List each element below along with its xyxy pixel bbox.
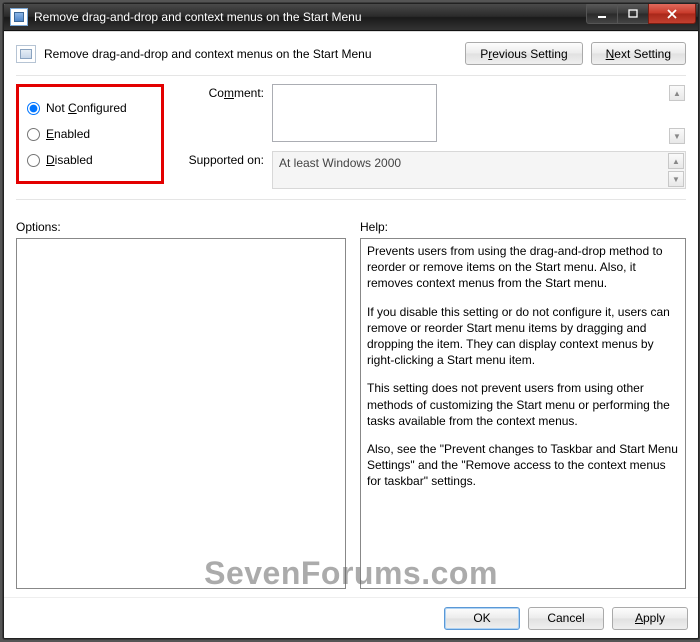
divider bbox=[16, 199, 686, 200]
state-radio-group: Not Configured Enabled Disabled bbox=[16, 84, 164, 184]
options-label: Options: bbox=[16, 220, 346, 234]
app-icon bbox=[10, 8, 28, 26]
radio-not-configured-input[interactable] bbox=[27, 102, 40, 115]
apply-button[interactable]: Apply bbox=[612, 607, 688, 630]
scroll-down-icon[interactable]: ▼ bbox=[669, 128, 685, 144]
dialog-window: Remove drag-and-drop and context menus o… bbox=[3, 3, 699, 639]
header-row: Remove drag-and-drop and context menus o… bbox=[16, 42, 686, 65]
supported-scrollbar: ▲ ▼ bbox=[668, 153, 684, 187]
radio-disabled-input[interactable] bbox=[27, 154, 40, 167]
help-text: Prevents users from using the drag-and-d… bbox=[367, 243, 679, 292]
help-text: Also, see the "Prevent changes to Taskba… bbox=[367, 441, 679, 490]
next-setting-button[interactable]: Next Setting bbox=[591, 42, 686, 65]
supported-on-label: Supported on: bbox=[178, 151, 272, 167]
previous-setting-button[interactable]: Previous Setting bbox=[465, 42, 582, 65]
minimize-icon bbox=[597, 9, 607, 19]
divider bbox=[16, 75, 686, 76]
help-text: If you disable this setting or do not co… bbox=[367, 304, 679, 369]
policy-icon bbox=[16, 45, 36, 63]
radio-enabled[interactable]: Enabled bbox=[25, 123, 157, 145]
titlebar[interactable]: Remove drag-and-drop and context menus o… bbox=[4, 4, 698, 31]
cancel-button[interactable]: Cancel bbox=[528, 607, 604, 630]
ok-button[interactable]: OK bbox=[444, 607, 520, 630]
comment-input[interactable] bbox=[272, 84, 437, 142]
minimize-button[interactable] bbox=[586, 4, 618, 24]
close-button[interactable] bbox=[648, 4, 696, 24]
scroll-up-icon[interactable]: ▲ bbox=[669, 85, 685, 101]
close-icon bbox=[666, 9, 678, 19]
radio-not-configured[interactable]: Not Configured bbox=[25, 97, 157, 119]
radio-disabled[interactable]: Disabled bbox=[25, 149, 157, 171]
radio-enabled-input[interactable] bbox=[27, 128, 40, 141]
comment-scrollbar[interactable]: ▲ ▼ bbox=[669, 85, 685, 144]
window-title: Remove drag-and-drop and context menus o… bbox=[34, 10, 587, 24]
window-buttons bbox=[587, 4, 696, 24]
help-text: This setting does not prevent users from… bbox=[367, 380, 679, 429]
client-area: Remove drag-and-drop and context menus o… bbox=[4, 31, 698, 638]
maximize-button[interactable] bbox=[617, 4, 649, 24]
supported-on-value: At least Windows 2000 ▲ ▼ bbox=[272, 151, 686, 189]
help-panel[interactable]: Prevents users from using the drag-and-d… bbox=[360, 238, 686, 589]
options-panel bbox=[16, 238, 346, 589]
help-label: Help: bbox=[360, 220, 686, 234]
policy-title: Remove drag-and-drop and context menus o… bbox=[44, 47, 465, 61]
comment-label: Comment: bbox=[178, 84, 272, 100]
scroll-down-icon: ▼ bbox=[668, 171, 684, 187]
scroll-up-icon: ▲ bbox=[668, 153, 684, 169]
maximize-icon bbox=[628, 9, 638, 19]
footer: OK Cancel Apply bbox=[4, 597, 698, 638]
